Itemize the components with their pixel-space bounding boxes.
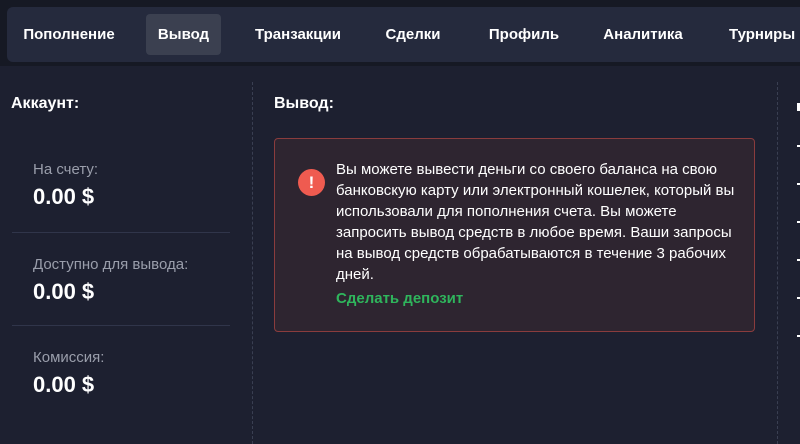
top-bar: Пополнение Вывод Транзакции Сделки Профи… [0, 0, 800, 66]
divider [12, 232, 230, 233]
tab-trades[interactable]: Сделки [374, 14, 452, 55]
column-divider [777, 82, 778, 444]
tab-withdraw[interactable]: Вывод [146, 14, 221, 55]
commission-value: 0.00 $ [33, 372, 95, 397]
make-deposit-link[interactable]: Сделать депозит [336, 290, 463, 307]
alert-message: Вы можете вывести деньги со своего балан… [336, 161, 735, 283]
tab-analytics[interactable]: Аналитика [591, 14, 695, 55]
tab-deposit[interactable]: Пополнение [11, 14, 127, 55]
account-title: Аккаунт: [11, 95, 80, 112]
balance-label: На счету: [33, 161, 99, 178]
column-divider [252, 82, 253, 444]
withdraw-info-alert: ! Вы можете вывести деньги со своего бал… [274, 138, 755, 332]
divider [12, 325, 230, 326]
available-label: Доступно для вывода: [33, 256, 189, 273]
commission-label: Комиссия: [33, 349, 105, 366]
tab-transactions[interactable]: Транзакции [242, 14, 354, 55]
balance-value: 0.00 $ [33, 184, 95, 209]
tab-tournaments[interactable]: Турниры [716, 14, 800, 55]
nav-tabs: Пополнение Вывод Транзакции Сделки Профи… [7, 7, 800, 62]
alert-icon: ! [298, 169, 325, 196]
withdraw-title: Вывод: [274, 95, 334, 112]
tab-profile[interactable]: Профиль [477, 14, 571, 55]
available-value: 0.00 $ [33, 279, 95, 304]
